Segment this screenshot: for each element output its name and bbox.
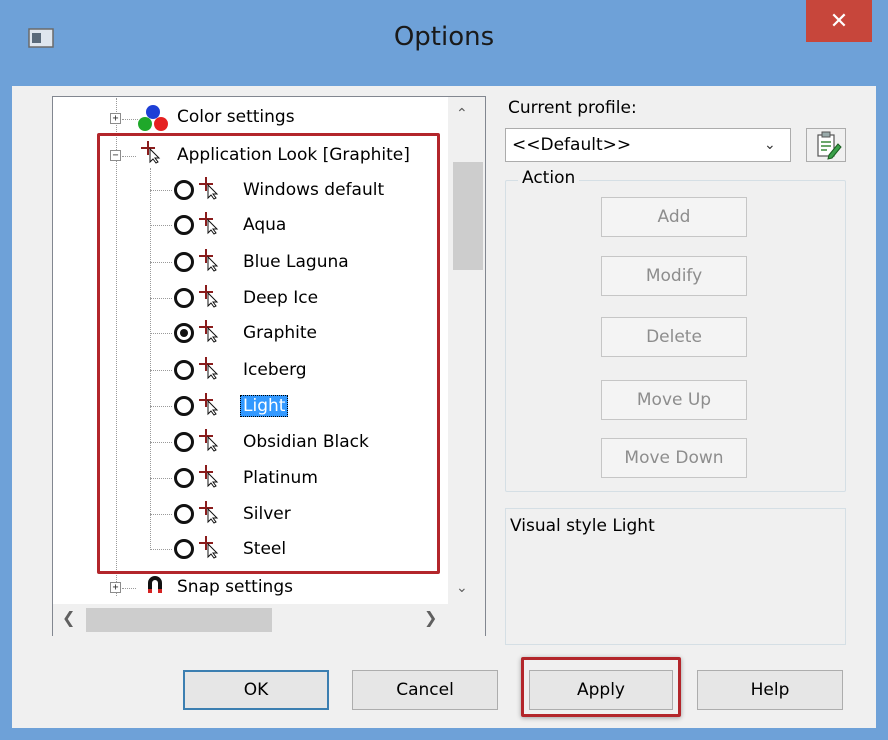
delete-button[interactable]: Delete (601, 317, 747, 357)
edit-profile-button[interactable] (806, 128, 846, 162)
scroll-up-icon[interactable]: ⌃ (456, 106, 468, 122)
scroll-right-icon[interactable]: ❯ (424, 608, 437, 627)
window-title: Options (393, 22, 495, 52)
magnet-icon (148, 576, 162, 593)
profile-dropdown-value: <<Default>> (512, 135, 632, 155)
current-profile-label: Current profile: (508, 98, 637, 118)
apply-button[interactable]: Apply (529, 670, 673, 710)
add-button[interactable]: Add (601, 197, 747, 237)
cancel-button[interactable]: Cancel (352, 670, 498, 710)
expand-icon[interactable]: + (110, 113, 121, 124)
vertical-scroll-thumb[interactable] (453, 162, 483, 270)
chevron-down-icon[interactable]: ⌄ (764, 137, 776, 153)
horizontal-scroll-thumb[interactable] (86, 608, 272, 632)
close-button[interactable]: ✕ (806, 0, 872, 42)
annotation-highlight-box (97, 133, 440, 574)
close-icon: ✕ (829, 8, 849, 34)
scroll-left-icon[interactable]: ❮ (62, 608, 75, 627)
modify-button[interactable]: Modify (601, 256, 747, 296)
scroll-corner (448, 604, 485, 636)
description-text: Visual style Light (510, 516, 655, 536)
tree-connector (122, 588, 136, 589)
move-down-button[interactable]: Move Down (601, 438, 747, 478)
clipboard-edit-icon (817, 131, 842, 160)
expand-icon[interactable]: + (110, 582, 121, 593)
scroll-down-icon[interactable]: ⌄ (456, 580, 468, 596)
tree-item-color-settings[interactable]: Color settings (177, 107, 295, 127)
action-group-label: Action (518, 168, 580, 188)
ok-button[interactable]: OK (183, 670, 329, 710)
color-settings-icon (138, 105, 168, 131)
help-button[interactable]: Help (697, 670, 843, 710)
tree-item-snap-settings[interactable]: Snap settings (177, 577, 293, 597)
move-up-button[interactable]: Move Up (601, 380, 747, 420)
